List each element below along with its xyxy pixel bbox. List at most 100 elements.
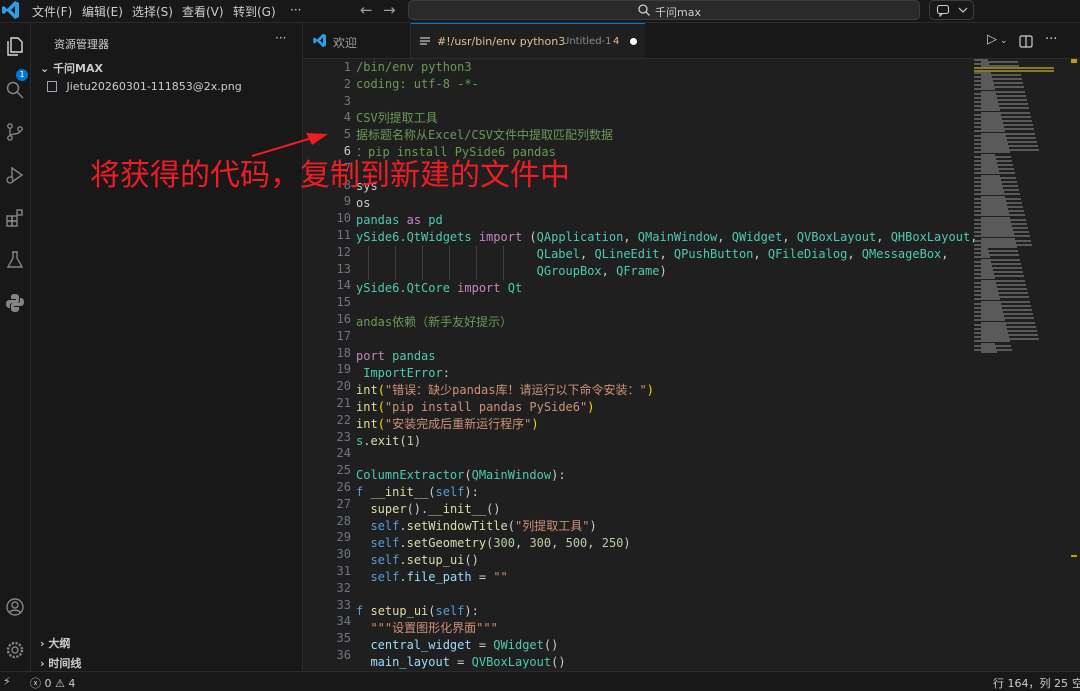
timeline-section[interactable]: › 时间线 xyxy=(40,655,81,671)
python-icon[interactable] xyxy=(5,293,25,313)
search-icon[interactable] xyxy=(5,80,25,100)
tab-problem-count: 4 xyxy=(613,36,620,47)
line-number: 25 xyxy=(336,463,351,478)
line-number: 24 xyxy=(336,446,351,461)
line-number: 18 xyxy=(336,345,351,360)
settings-gear-icon[interactable] xyxy=(5,640,25,660)
forward-arrow-icon[interactable]: → xyxy=(383,1,396,19)
image-file-icon xyxy=(47,81,57,92)
tab-welcome[interactable]: 欢迎 xyxy=(303,23,411,58)
file-item[interactable]: Jietu20260301-111853@2x.png xyxy=(47,80,242,93)
timeline-label: 时间线 xyxy=(48,657,82,670)
line-number: 19 xyxy=(336,362,351,377)
chevron-down-icon[interactable]: ⌄ xyxy=(1000,36,1008,46)
tab-welcome-label: 欢迎 xyxy=(333,36,358,50)
code-line: int("pip install pandas PySide6") xyxy=(356,400,595,414)
line-number: 23 xyxy=(336,429,351,444)
line-number: 4 xyxy=(343,110,351,125)
remote-icon[interactable]: ⚡ xyxy=(3,675,11,688)
tab-file-title: #!/usr/bin/env python3 xyxy=(437,35,566,48)
code-line: """设置图形化界面""" xyxy=(370,621,498,635)
line-number: 16 xyxy=(336,312,351,326)
indentation-indicator[interactable]: 空 xyxy=(1072,675,1080,691)
line-number: 30 xyxy=(336,547,351,562)
code-line: int("错误：缺少pandas库！请运行以下命令安装：") xyxy=(356,383,654,397)
run-debug-icon[interactable] xyxy=(5,165,25,185)
line-number: 2 xyxy=(343,76,351,91)
code-line: ColumnExtractor(QMainWindow): xyxy=(356,468,566,482)
line-number: 20 xyxy=(336,379,351,394)
chevron-down-icon: ⌄ xyxy=(40,62,50,75)
warning-icon: ⚠ xyxy=(55,677,65,690)
code-line: central_widget = QWidget() xyxy=(370,638,559,652)
line-number: 14 xyxy=(336,278,351,293)
line-number: 26 xyxy=(336,480,351,494)
warning-count: 4 xyxy=(68,677,76,690)
minimap-line xyxy=(981,350,997,353)
code-line: super().__init__() xyxy=(370,502,501,516)
chevron-down-icon xyxy=(958,7,968,13)
menu-go[interactable]: 转到(G) xyxy=(233,3,276,20)
extensions-icon[interactable] xyxy=(5,208,25,228)
menu-edit[interactable]: 编辑(E) xyxy=(82,3,123,20)
code-line: self.setGeometry(300, 300, 500, 250) xyxy=(370,536,631,550)
chevron-right-icon: › xyxy=(40,657,45,670)
line-number: 31 xyxy=(336,564,351,578)
workspace-folder[interactable]: ⌄ 千问MAX xyxy=(40,60,103,76)
menu-view[interactable]: 查看(V) xyxy=(182,3,224,20)
source-control-icon[interactable] xyxy=(5,122,25,142)
code-line: self.setup_ui() xyxy=(370,553,479,567)
testing-flask-icon[interactable] xyxy=(5,250,25,270)
code-line: int("安装完成后重新运行程序") xyxy=(356,417,539,431)
explorer-sidebar: 资源管理器 ··· ⌄ 千问MAX Jietu20260301-111853@2… xyxy=(31,23,303,671)
menu-more[interactable]: ··· xyxy=(290,3,301,17)
copilot-button[interactable] xyxy=(929,0,974,20)
tab-file-subtitle: Untitled-1 xyxy=(562,36,612,47)
code-line: andas依赖（新手友好提示） xyxy=(356,315,513,329)
more-actions-icon[interactable]: ··· xyxy=(1045,32,1057,47)
run-icon[interactable]: ▷ xyxy=(987,32,997,47)
code-line: QLabel, QLineEdit, QPushButton, QFileDia… xyxy=(536,247,949,261)
code-line: s.exit(1) xyxy=(356,434,422,448)
back-arrow-icon[interactable]: ← xyxy=(360,1,373,19)
code-line: os xyxy=(356,196,371,210)
code-line: ySide6.QtCore import Qt xyxy=(356,281,523,295)
unsaved-dot-icon[interactable] xyxy=(630,38,637,45)
chevron-right-icon: › xyxy=(40,637,45,650)
search-icon xyxy=(638,4,650,16)
annotation-text: 将获得的代码，复制到新建的文件中 xyxy=(90,158,570,193)
line-number: 21 xyxy=(336,396,351,410)
code-line: ySide6.QtWidgets import (QApplication, Q… xyxy=(356,230,977,244)
outline-section[interactable]: › 大纲 xyxy=(40,635,70,651)
vscode-logo-icon xyxy=(2,1,19,19)
command-center-search[interactable]: 千问max xyxy=(408,0,920,20)
line-number: 10 xyxy=(336,211,351,226)
chat-icon xyxy=(936,4,950,17)
line-number: 27 xyxy=(336,496,351,511)
tab-untitled-1[interactable]: #!/usr/bin/env python3 Untitled-1 4 xyxy=(411,23,645,58)
line-number: 1 xyxy=(343,60,351,74)
line-number: 12 xyxy=(336,244,351,259)
line-number: 33 xyxy=(336,597,351,612)
vertical-scrollbar[interactable] xyxy=(1068,59,1080,671)
explorer-icon[interactable] xyxy=(5,36,25,56)
line-number: 9 xyxy=(343,194,351,209)
line-number: 28 xyxy=(336,513,351,528)
line-number: 15 xyxy=(336,295,351,310)
cursor-position[interactable]: 行 164，列 25 xyxy=(993,675,1068,691)
activity-bar: 1 xyxy=(0,23,31,671)
minimap[interactable] xyxy=(970,59,1060,354)
menu-file[interactable]: 文件(F) xyxy=(32,3,72,20)
code-line: QGroupBox, QFrame) xyxy=(536,264,667,278)
sidebar-title: 资源管理器 xyxy=(54,38,109,51)
error-count: 0 xyxy=(44,677,52,690)
problems-indicator[interactable]: ⓧ 0 ⚠ 4 xyxy=(30,675,75,691)
account-icon[interactable] xyxy=(5,597,25,617)
sidebar-more-button[interactable]: ··· xyxy=(275,31,286,45)
line-number: 32 xyxy=(336,580,351,595)
line-number: 34 xyxy=(336,614,351,629)
menu-selection[interactable]: 选择(S) xyxy=(132,3,173,20)
folder-label: 千问MAX xyxy=(53,62,104,75)
split-editor-icon[interactable] xyxy=(1019,35,1033,48)
code-line: main_layout = QVBoxLayout() xyxy=(370,655,566,669)
